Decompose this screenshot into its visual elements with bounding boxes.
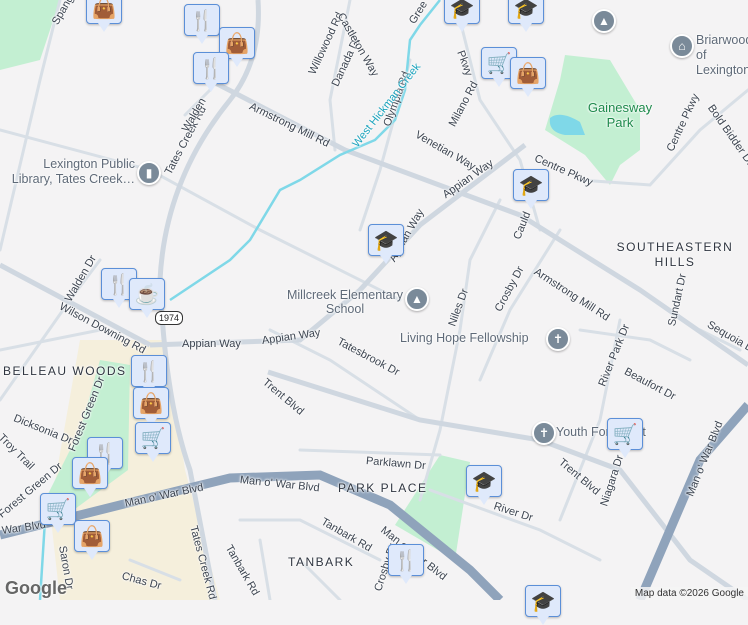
school-icon[interactable]: ▲ xyxy=(405,287,429,311)
school-marker[interactable]: 🎓 xyxy=(444,0,480,32)
school-marker[interactable]: 🎓 xyxy=(513,169,549,209)
grocery-cart-marker[interactable]: 🛒 xyxy=(135,422,171,462)
label-belleau-woods: BELLEAU WOODS xyxy=(3,364,127,378)
label-park-place: PARK PLACE xyxy=(338,481,428,495)
grocery-cart-marker[interactable]: 🛒 xyxy=(40,493,76,533)
label-gainesway-park[interactable]: Gainesway Park xyxy=(585,100,655,130)
restaurant-marker[interactable]: 🍴 xyxy=(193,52,229,92)
route-1974-shield: 1974 xyxy=(155,311,184,325)
man-o-war-blvd-east xyxy=(635,402,748,600)
church-icon[interactable]: ✝ xyxy=(546,327,570,351)
restaurant-marker[interactable]: 🍴 xyxy=(184,4,220,44)
label-appian-way: Appian Way xyxy=(182,338,241,350)
shopping-bag-marker[interactable]: 👜 xyxy=(72,457,108,497)
google-logo[interactable]: Google xyxy=(5,578,67,599)
shopping-bag-marker[interactable]: 👜 xyxy=(86,0,122,32)
coffee-marker[interactable]: ☕ xyxy=(129,278,165,318)
restaurant-marker[interactable]: 🍴 xyxy=(131,355,167,395)
grocery-cart-marker[interactable]: 🛒 xyxy=(607,418,643,458)
school-icon[interactable]: ▲ xyxy=(592,9,616,33)
label-millcreek-elementary[interactable]: Millcreek Elementary School xyxy=(285,288,405,316)
map-attribution[interactable]: Map data ©2026 Google xyxy=(630,587,748,600)
church-icon[interactable]: ✝ xyxy=(532,421,556,445)
label-southeastern-hills: SOUTHEASTERN HILLS xyxy=(616,240,734,269)
school-marker[interactable]: 🎓 xyxy=(466,465,502,505)
shopping-bag-marker[interactable]: 👜 xyxy=(133,387,169,427)
label-living-hope-fellowship[interactable]: Living Hope Fellowship xyxy=(400,331,529,345)
label-tanbark: TANBARK xyxy=(288,555,355,569)
shopping-bag-marker[interactable]: 👜 xyxy=(510,57,546,97)
museum-icon[interactable]: ⌂ xyxy=(670,34,694,58)
restaurant-marker[interactable]: 🍴 xyxy=(388,544,424,584)
shopping-bag-marker[interactable]: 👜 xyxy=(74,520,110,560)
label-library[interactable]: Lexington Public Library, Tates Creek… xyxy=(3,157,135,187)
label-briarwood[interactable]: Briarwood of Lexington xyxy=(696,33,748,78)
school-marker[interactable]: 🎓 xyxy=(525,585,561,625)
school-marker[interactable]: 🎓 xyxy=(508,0,544,32)
school-marker[interactable]: 🎓 xyxy=(368,224,404,264)
library-icon[interactable]: ▮ xyxy=(137,161,161,185)
